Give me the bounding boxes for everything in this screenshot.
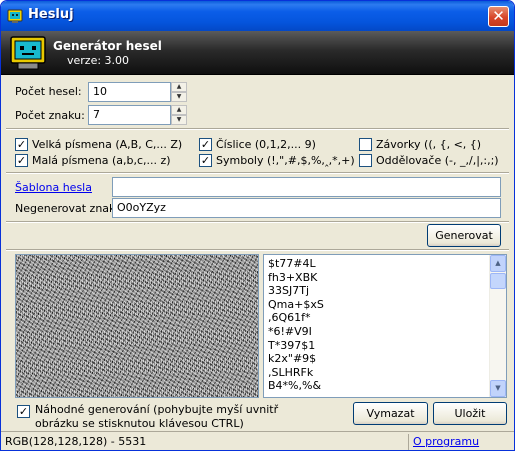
scroll-down-icon[interactable]: ▼ [490,380,506,397]
password-scrollbar[interactable]: ▲ ▼ [489,255,506,397]
status-color-readout: RGB(128,128,128) - 5531 [5,435,147,448]
password-item: k2x"#9$ [268,352,317,366]
template-input[interactable] [112,177,501,197]
spin-down-icon[interactable]: ▼ [171,115,187,125]
spin-down-icon[interactable]: ▼ [171,92,187,102]
password-lines: $t77#4L fh3+XBK 33SJ7Tj Qma+$xS ,6Q61f* … [268,257,324,393]
password-count-spinner[interactable]: ▲ ▼ [171,82,187,102]
symbols-label: Symboly (!,",#,$,%,‸,*,+) [216,154,355,167]
lowercase-checkbox[interactable] [15,154,28,167]
separator [6,172,509,174]
spin-up-icon[interactable]: ▲ [171,105,187,115]
password-item: B4*%,%& [268,379,322,393]
status-divider [408,434,409,450]
brackets-label: Závorky ((, {, <, {) [376,138,482,151]
password-item: Qma+$xS [268,297,324,311]
random-generation-label-line1: Náhodné generování (pohybujte myší uvnit… [35,403,279,416]
random-noise-canvas[interactable] [15,254,259,398]
spin-up-icon[interactable]: ▲ [171,82,187,92]
separators-label: Oddělovače (-, _,/,|,:,;) [376,154,499,167]
save-button[interactable]: Uložit [433,402,507,425]
main-window: Hesluj ✕ Generátor hesel verze: 3.00 Poč… [0,0,515,451]
password-list[interactable]: $t77#4L fh3+XBK 33SJ7Tj Qma+$xS ,6Q61f* … [263,254,507,398]
password-length-input[interactable]: 7 [88,105,171,125]
password-item: ,6Q61f* [268,311,311,325]
exclude-input[interactable]: O0oYZyz [112,198,501,218]
symbols-checkbox[interactable] [199,154,212,167]
password-length-label: Počet znaku: [15,109,85,122]
password-item: 33SJ7Tj [268,284,309,298]
password-item: fh3+XBK [268,270,318,284]
exclude-label: Negenerovat znaky [15,202,122,215]
uppercase-checkbox[interactable] [15,138,28,151]
separator [6,249,509,251]
scroll-up-icon[interactable]: ▲ [490,255,506,272]
monitor-logo-icon [10,36,46,70]
brackets-checkbox[interactable] [359,138,372,151]
about-link[interactable]: O programu [413,435,479,448]
random-generation-checkbox[interactable] [17,405,30,418]
clear-button[interactable]: Vymazat [353,402,428,425]
separator [6,221,509,223]
separator [6,128,509,130]
app-icon [7,9,23,23]
password-item: *6!#V9I [268,324,312,338]
scroll-thumb[interactable] [490,273,506,289]
password-length-spinner[interactable]: ▲ ▼ [171,105,187,125]
window-title: Hesluj [28,7,74,22]
header-version: verze: 3.00 [67,54,130,67]
close-icon: ✕ [492,7,505,25]
password-count-input[interactable]: 10 [88,82,171,102]
random-generation-label-line2: obrázku se stisknutou klávesou CTRL) [35,417,244,430]
password-count-label: Počet hesel: [15,85,82,98]
header-title: Generátor hesel [53,39,162,53]
password-item: T*397$1 [268,338,316,352]
digits-label: Číslice (0,1,2,... 9) [216,138,316,151]
app-header: Generátor hesel verze: 3.00 [1,31,514,75]
digits-checkbox[interactable] [199,138,212,151]
uppercase-label: Velká písmena (A,B, C,... Z) [32,138,183,151]
generate-button[interactable]: Generovat [427,224,501,247]
password-item: ,SLHRFk [268,365,314,379]
title-bar: Hesluj ✕ [1,1,514,31]
password-item: $t77#4L [268,257,316,270]
status-bar: RGB(128,128,128) - 5531 O programu [1,431,514,450]
close-button[interactable]: ✕ [488,6,509,27]
lowercase-label: Malá písmena (a,b,c,... z) [32,154,171,167]
separators-checkbox[interactable] [359,154,372,167]
template-link[interactable]: Šablona hesla [15,181,92,194]
